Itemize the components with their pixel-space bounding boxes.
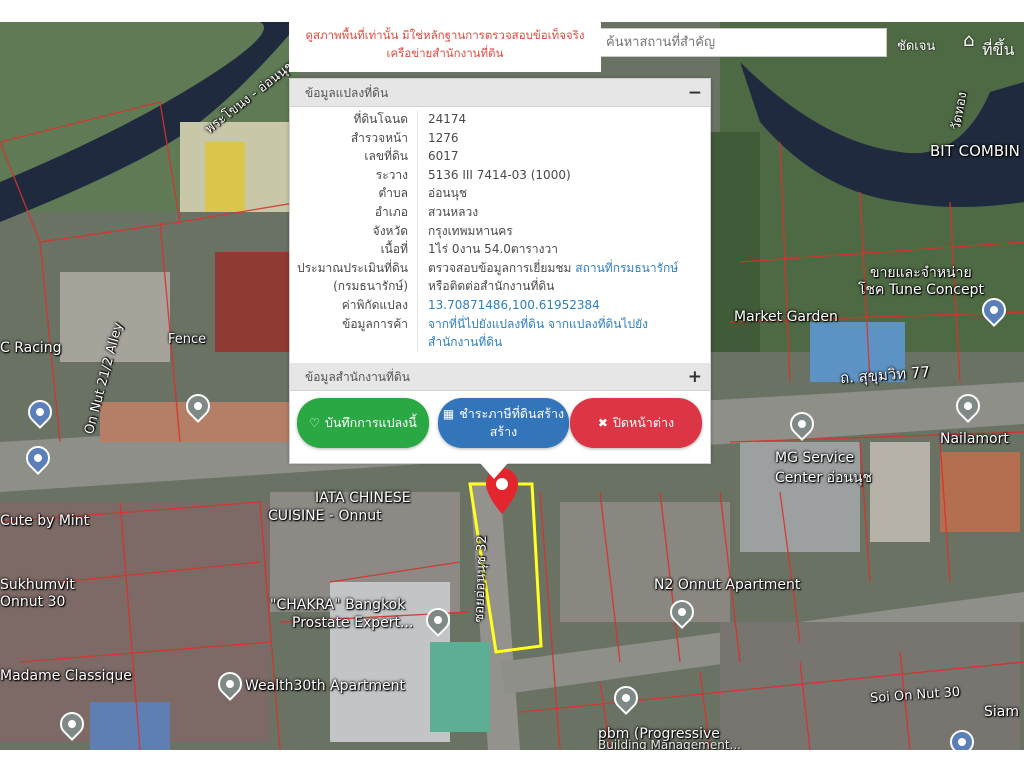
map-label-cute-by-mint: Cute by Mint: [0, 513, 90, 529]
field-key: ระวาง: [375, 167, 408, 182]
field-value: 1ไร่ 0งาน 54.0ตารางวา: [417, 240, 710, 259]
map-label-siam: Siam: [984, 704, 1019, 720]
field-row: เนื้อที่ 1ไร่ 0งาน 54.0ตารางวา: [290, 240, 710, 259]
field-value: สวนหลวง: [417, 202, 710, 222]
map-label-mg-service-2: Center อ่อนนุช: [775, 470, 873, 486]
land-office-section-header[interactable]: ข้อมูลสำนักงานที่ดิน +: [290, 363, 710, 391]
expand-icon[interactable]: +: [688, 363, 702, 391]
appraisal-contact: หรือติดต่อสำนักงานที่ดิน: [417, 277, 710, 296]
map-label-c-racing: C Racing: [0, 340, 62, 356]
field-row: เลขที่ดิน 6017: [290, 147, 710, 166]
field-value: 24174: [417, 110, 710, 129]
directions-row-2: สำนักงานที่ดิน: [290, 333, 710, 352]
map-label-n2-onnut: N2 Onnut Apartment: [654, 577, 801, 593]
map-label-chakra: "CHAKRA" Bangkok: [270, 597, 406, 613]
map-label-iata: IATA CHINESE: [315, 490, 411, 506]
map-label-onnut-30: Onnut 30: [0, 594, 66, 610]
collapse-icon[interactable]: −: [688, 79, 702, 107]
directions-row: ข้อมูลการค้า จากที่นี่ไปยังแปลงที่ดิน จา…: [290, 314, 710, 334]
search-input[interactable]: [597, 28, 887, 57]
land-tax-button[interactable]: ▦ ชำระภาษีที่ดินสร้าง สร้าง: [438, 398, 569, 448]
close-icon: ✖: [597, 416, 608, 430]
field-value: อ่อนนุช: [417, 184, 710, 203]
map-label-pbm-2: Building Management...: [598, 738, 741, 750]
field-key: จังหวัด: [372, 223, 408, 238]
disclaimer-line-1: ดูสภาพพื้นที่เท่านั้น มิใช่หลักฐานการตรว…: [305, 28, 585, 42]
field-row: ตำบล อ่อนนุช: [290, 184, 710, 203]
disclaimer-banner: ดูสภาพพื้นที่เท่านั้น มิใช่หลักฐานการตรว…: [289, 22, 601, 72]
field-row: อำเภอ สวนหลวง: [290, 202, 710, 222]
field-key: เลขที่ดิน: [364, 149, 408, 164]
coords-link[interactable]: 13.70871486,100.61952384: [428, 298, 600, 312]
map-label-iata-2: CUISINE - Onnut: [268, 508, 382, 524]
map-label-tune-concept: โชค Tune Concept: [858, 282, 984, 298]
field-key: ตำบล: [378, 186, 408, 201]
disclaimer-line-2: เครือข่ายสำนักงานที่ดิน: [386, 46, 504, 60]
field-row: สำรวจหน้า 1276: [290, 128, 710, 148]
directions-key-empty: [290, 333, 417, 352]
map-label-bit-combin: BIT COMBIN: [930, 142, 1020, 160]
calculator-icon: ▦: [442, 407, 455, 421]
field-value: 5136 III 7414-03 (1000): [417, 165, 710, 185]
land-office-link[interactable]: สำนักงานที่ดิน: [428, 335, 502, 349]
appraisal-key: ประมาณประเมินที่ดิน: [297, 260, 408, 275]
appraisal-row: ประมาณประเมินที่ดิน ตรวจสอบข้อมูลการเยี่…: [290, 258, 710, 278]
field-value: 1276: [417, 128, 710, 148]
heart-icon: ♡: [309, 416, 320, 430]
treasury-link[interactable]: สถานที่กรมธนารักษ์: [575, 261, 678, 275]
directions-link[interactable]: จากที่นี่ไปยังแปลงที่ดิน จากแปลงที่ดินไป…: [428, 317, 648, 331]
appraisal-key-2: (กรมธนารักษ์): [333, 279, 408, 294]
parcel-section-title: ข้อมูลแปลงที่ดิน: [305, 86, 389, 100]
map-label-market-garden: Market Garden: [734, 309, 838, 325]
map-label-sukhumvit: Sukhumvit: [0, 577, 75, 593]
field-row: ระวาง 5136 III 7414-03 (1000): [290, 165, 710, 185]
close-window-label: ปิดหน้าต่าง: [612, 415, 675, 430]
coords-key: ค่าพิกัดแปลง: [341, 297, 408, 312]
map-label-chakra-2: Prostate Expert...: [292, 615, 414, 631]
appraisal-row-2: (กรมธนารักษ์) หรือติดต่อสำนักงานที่ดิน: [290, 277, 710, 296]
map-label-madame-classique: Madame Classique: [0, 668, 132, 684]
appraisal-text: ตรวจสอบข้อมูลการเยี่ยมชม: [428, 260, 572, 275]
map-label-mg-service: MG Service: [775, 450, 855, 466]
map-label-wealth30th: Wealth30th Apartment: [245, 678, 405, 694]
field-key: ที่ดินโฉนด: [353, 112, 408, 126]
field-value: 6017: [417, 147, 710, 166]
zoom-clarity-label[interactable]: ชัดเจน: [897, 35, 935, 56]
land-tax-label-1: ชำระภาษีที่ดินสร้าง: [459, 406, 565, 421]
land-office-section-title: ข้อมูลสำนักงานที่ดิน: [305, 370, 410, 384]
coords-cell: 13.70871486,100.61952384: [417, 295, 710, 315]
map-label-soi-32: ซอยอ่อนนุช 32: [471, 535, 491, 623]
field-row: จังหวัด กรุงเทพมหานคร: [290, 221, 710, 241]
top-right-partial-label: ที่ขึ้น: [982, 40, 1015, 59]
panel-pointer: [480, 463, 508, 479]
field-value: กรุงเทพมหานคร: [417, 221, 710, 241]
land-tax-label-wrap: ▦ ชำระภาษีที่ดินสร้าง สร้าง: [443, 405, 564, 441]
directions-key: ข้อมูลการค้า: [342, 316, 408, 331]
appraisal-value: ตรวจสอบข้อมูลการเยี่ยมชม สถานที่กรมธนารั…: [417, 258, 710, 278]
save-parcel-label: บันทึกการแปลงนี้: [324, 415, 417, 430]
coords-row: ค่าพิกัดแปลง 13.70871486,100.61952384: [290, 295, 710, 315]
directions-cell: จากที่นี่ไปยังแปลงที่ดิน จากแปลงที่ดินไป…: [417, 314, 710, 334]
close-window-button[interactable]: ✖ ปิดหน้าต่าง: [570, 398, 702, 448]
field-key: เนื้อที่: [380, 242, 408, 257]
map-label-nailamort: Nailamort: [940, 431, 1009, 447]
land-tax-label-2: สร้าง: [489, 424, 518, 439]
save-parcel-button[interactable]: ♡ บันทึกการแปลงนี้: [297, 398, 429, 448]
directions-cell-2: สำนักงานที่ดิน: [417, 333, 710, 352]
field-key: สำรวจหน้า: [350, 130, 408, 145]
parcel-fields: ที่ดินโฉนด 24174 สำรวจหน้า 1276 เลขที่ดิน 6…: [290, 107, 710, 352]
field-row: ที่ดินโฉนด 24174: [290, 110, 710, 129]
map-label-fence: Fence: [168, 332, 207, 347]
parcel-section-header[interactable]: ข้อมูลแปลงที่ดิน −: [290, 79, 710, 107]
field-key: อำเภอ: [374, 204, 408, 219]
